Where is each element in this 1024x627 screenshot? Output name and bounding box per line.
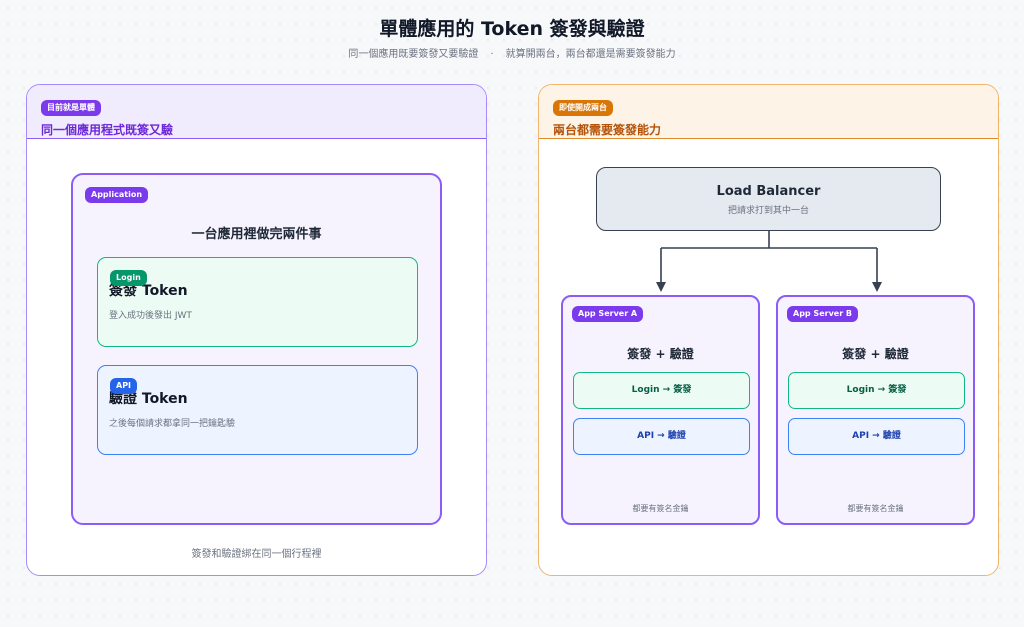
- server-a-badge: App Server A: [572, 306, 644, 322]
- application-heading: 一台應用裡做完兩件事: [191, 227, 322, 242]
- api-card-title: 驗證 Token: [109, 391, 188, 407]
- server-a-footer: 都要有簽名金鑰: [632, 504, 689, 513]
- subtitle-left: 同一個應用既要簽發又要驗證: [348, 49, 479, 60]
- monolith-badge: 目前就是單體: [41, 100, 101, 116]
- login-card: Login 簽發 Token 登入成功後發出 JWT: [97, 257, 418, 347]
- api-badge: API: [110, 378, 138, 394]
- monolith-panel: 目前就是單體 同一個應用程式既簽又驗 Application 一台應用裡做完兩件…: [26, 84, 487, 576]
- app-server-b: App Server B 簽發 + 驗證 Login → 簽發 API → 驗證…: [776, 295, 975, 525]
- login-card-title: 簽發 Token: [109, 283, 188, 299]
- monolith-footer: 簽發和驗證綁在同一個行程裡: [191, 549, 322, 560]
- subtitle-right: 就算開兩台，兩台都還是需要簽發能力: [505, 49, 676, 60]
- login-card-desc: 登入成功後發出 JWT: [109, 311, 192, 321]
- app-server-a: App Server A 簽發 + 驗證 Login → 簽發 API → 驗證…: [561, 295, 760, 525]
- server-a-login-box: Login → 簽發: [573, 372, 750, 409]
- server-b-heading: 簽發 + 驗證: [842, 347, 909, 361]
- scaled-panel: 即使開成兩台 兩台都需要簽發能力 Load Balancer 把請求打到其中一台…: [538, 84, 999, 576]
- server-b-footer: 都要有簽名金鑰: [847, 504, 904, 513]
- server-a-api-box: API → 驗證: [573, 418, 750, 455]
- server-b-badge: App Server B: [787, 306, 859, 322]
- server-a-heading: 簽發 + 驗證: [627, 347, 694, 361]
- server-b-login-box: Login → 簽發: [788, 372, 965, 409]
- login-badge: Login: [110, 270, 147, 286]
- api-card: API 驗證 Token 之後每個請求都拿同一把鑰匙驗: [97, 365, 418, 455]
- subtitle-separator: ·: [490, 49, 494, 60]
- application-badge: Application: [85, 187, 149, 203]
- load-balancer-title: Load Balancer: [716, 184, 821, 199]
- application-box: Application 一台應用裡做完兩件事 Login 簽發 Token 登入…: [71, 173, 442, 525]
- page-subtitle: 同一個應用既要簽發又要驗證 · 就算開兩台，兩台都還是需要簽發能力: [0, 45, 1024, 60]
- load-balancer-box: Load Balancer 把請求打到其中一台: [596, 167, 941, 231]
- load-balancer-subtitle: 把請求打到其中一台: [727, 206, 809, 216]
- server-b-api-box: API → 驗證: [788, 418, 965, 455]
- monolith-panel-header: 目前就是單體 同一個應用程式既簽又驗: [27, 85, 486, 139]
- page-title: 單體應用的 Token 簽發與驗證: [379, 18, 645, 40]
- monolith-heading: 同一個應用程式既簽又驗: [41, 123, 174, 137]
- api-card-desc: 之後每個請求都拿同一把鑰匙驗: [109, 419, 236, 429]
